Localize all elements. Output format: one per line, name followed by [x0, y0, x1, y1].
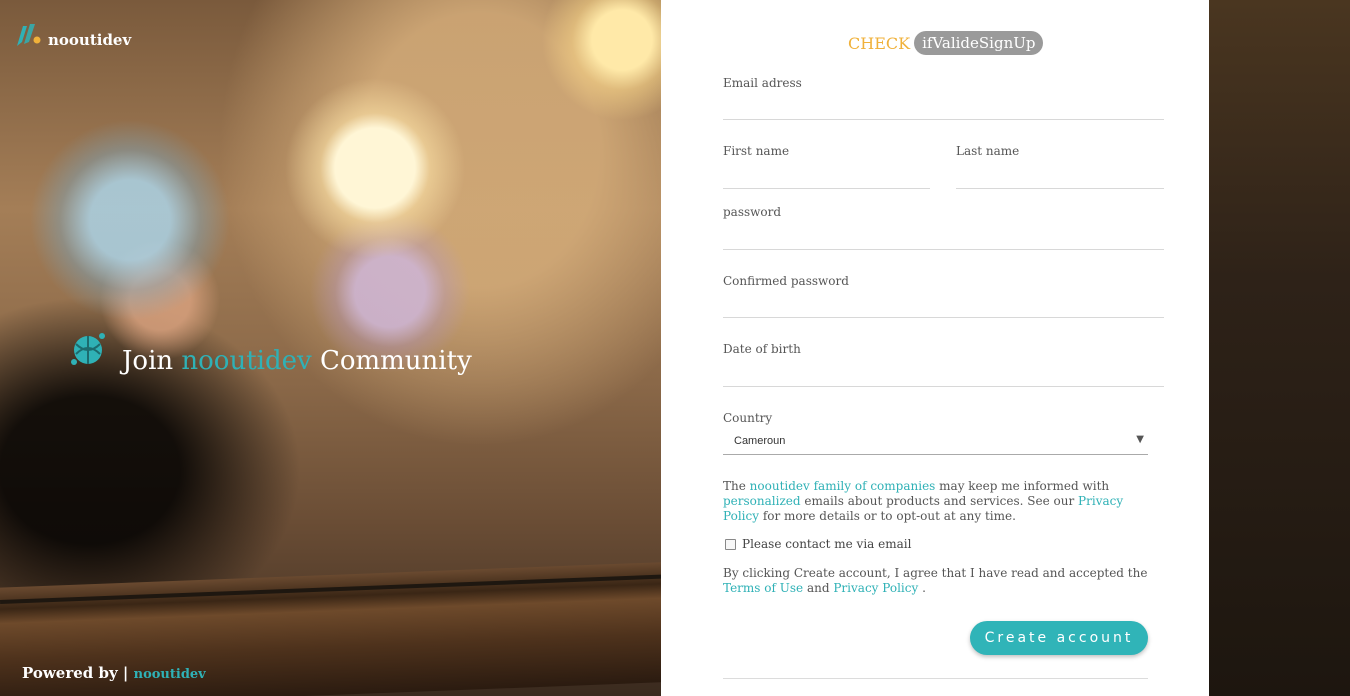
info-text-3: emails about products and services. See …: [804, 494, 1075, 508]
create-account-button[interactable]: Create account: [970, 621, 1148, 655]
bottom-divider: [723, 678, 1148, 679]
powered-by-brand-link[interactable]: nooutidev: [134, 667, 206, 682]
info-paragraph: The nooutidev family of companies may ke…: [723, 479, 1148, 524]
email-field[interactable]: Email adress: [723, 76, 1164, 120]
terms-text-3: .: [922, 581, 926, 595]
terms-text-1: By clicking Create account, I agree that…: [723, 566, 1148, 580]
first-name-underline: [723, 188, 930, 189]
check-label: CHECK: [848, 33, 911, 53]
email-label: Email adress: [723, 76, 802, 90]
powered-by: Powered by | nooutidev: [22, 664, 206, 682]
first-name-label: First name: [723, 144, 790, 158]
date-of-birth-underline: [723, 386, 1164, 387]
country-label: Country: [723, 411, 773, 425]
join-suffix: Community: [319, 346, 472, 376]
terms-text-2: and: [806, 581, 830, 595]
terms-paragraph: By clicking Create account, I agree that…: [723, 566, 1148, 596]
last-name-underline: [956, 188, 1164, 189]
contact-checkbox[interactable]: [725, 538, 736, 550]
last-name-label: Last name: [956, 144, 1020, 158]
country-select-value: Cameroun: [734, 435, 786, 447]
personalized-link[interactable]: personalized: [723, 494, 801, 508]
join-brand: nooutidev: [181, 346, 312, 376]
confirm-password-underline: [723, 317, 1164, 318]
join-heading: Join nooutidev Community: [68, 330, 472, 376]
last-name-field[interactable]: Last name: [956, 144, 1164, 189]
globe-icon: [71, 333, 105, 365]
terms-privacy-policy-link[interactable]: Privacy Policy: [833, 581, 918, 595]
brand-logo-icon: [17, 24, 41, 46]
join-title: Join nooutidev Community: [122, 346, 472, 376]
family-of-companies-link[interactable]: nooutidev family of companies: [750, 479, 936, 493]
check-header: CHECK ifValideSignUp: [848, 31, 1044, 55]
info-text-1: The: [723, 479, 746, 493]
check-badge: ifValideSignUp: [914, 31, 1044, 55]
right-background: [1209, 0, 1350, 696]
confirm-password-field[interactable]: Confirmed password: [723, 274, 1164, 318]
terms-of-use-link[interactable]: Terms of Use: [723, 581, 803, 595]
info-text-4: for more details or to opt-out at any ti…: [762, 509, 1016, 523]
brand-logo-text: nooutidev: [48, 31, 132, 49]
country-label-wrap: Country: [723, 411, 1164, 425]
powered-by-label: Powered by |: [22, 664, 129, 682]
info-text-2: may keep me informed with: [939, 479, 1110, 493]
date-of-birth-field[interactable]: Date of birth: [723, 342, 1164, 387]
country-select[interactable]: Cameroun ▼: [723, 430, 1148, 455]
date-of-birth-label: Date of birth: [723, 342, 801, 356]
brand-logo[interactable]: nooutidev: [14, 20, 131, 50]
password-underline: [723, 249, 1164, 250]
signup-panel: CHECK ifValideSignUp Email adress First …: [661, 0, 1209, 696]
password-label: password: [723, 205, 782, 219]
contact-label: Please contact me via email: [742, 537, 912, 551]
chevron-down-icon: ▼: [1136, 434, 1144, 445]
confirm-password-label: Confirmed password: [723, 274, 849, 288]
email-underline: [723, 119, 1164, 120]
join-prefix: Join: [122, 346, 174, 376]
password-field[interactable]: password: [723, 205, 1164, 250]
contact-consent: Please contact me via email: [725, 537, 911, 551]
first-name-field[interactable]: First name: [723, 144, 930, 189]
hero-background: nooutidev Join nooutidev Community Power…: [0, 0, 661, 696]
